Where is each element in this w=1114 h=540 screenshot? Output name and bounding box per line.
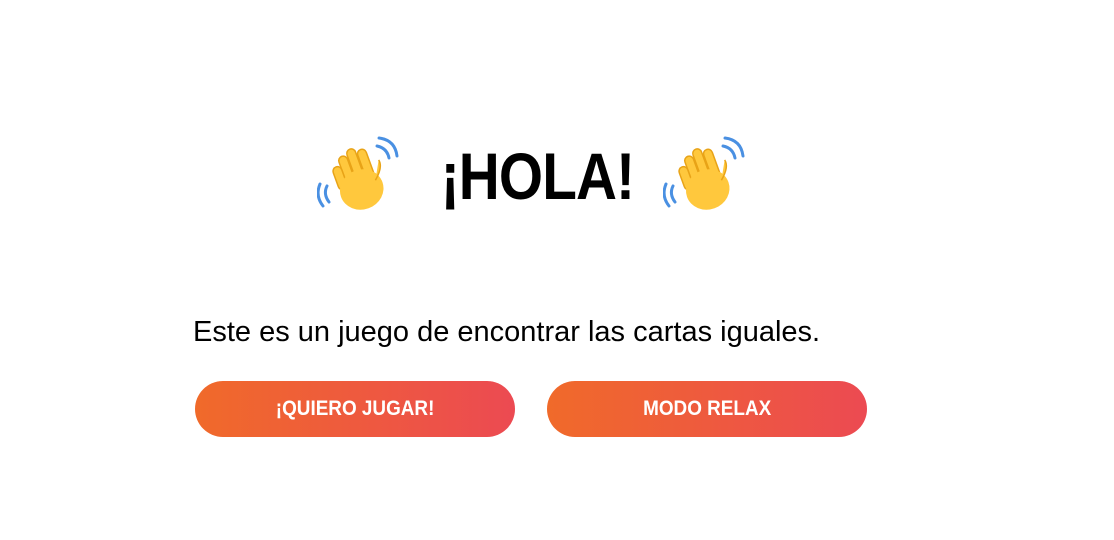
play-button-label: ¡QUIERO JUGAR! [275,397,435,420]
waving-hand-icon [316,134,401,218]
welcome-screen: ¡HOLA! Este es un juego de encontrar las… [0,0,1114,540]
page-title: ¡HOLA! [440,139,634,213]
relax-mode-button[interactable]: MODO RELAX [547,381,867,437]
hero-heading: ¡HOLA! [0,128,1064,224]
intro-text: Este es un juego de encontrar las cartas… [193,316,821,348]
waving-hand-icon [663,134,747,218]
play-button[interactable]: ¡QUIERO JUGAR! [195,381,515,437]
relax-mode-button-label: MODO RELAX [642,397,772,420]
